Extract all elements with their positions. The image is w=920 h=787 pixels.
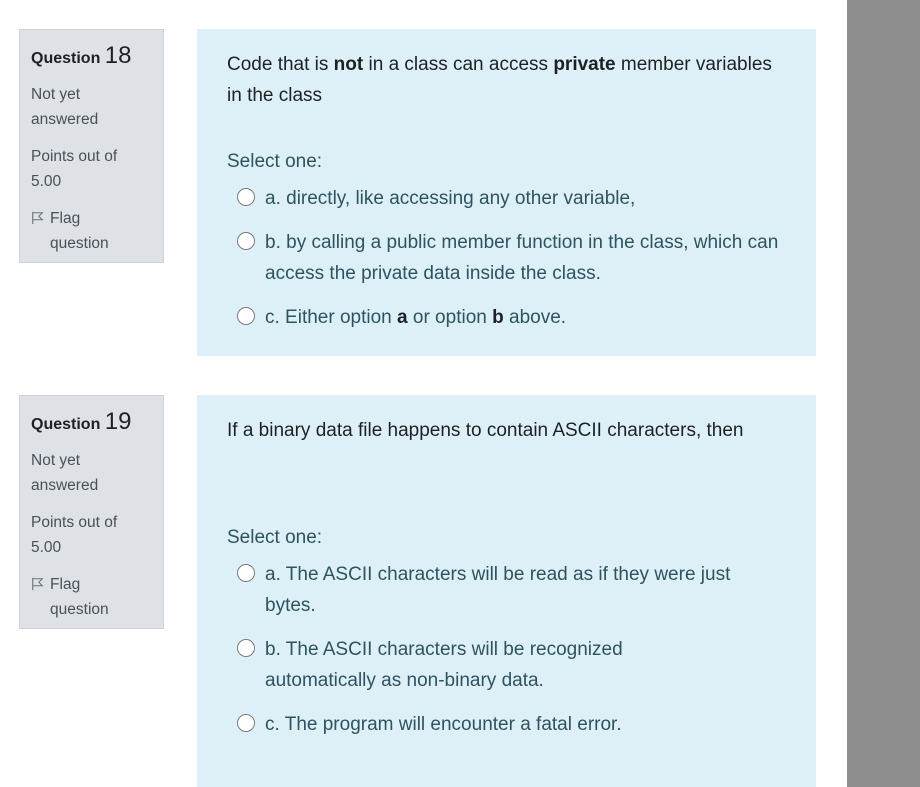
question-grade: Points out of 5.00 xyxy=(31,514,118,556)
question-number: Question 18 xyxy=(31,42,152,70)
question-content-19: If a binary data file happens to contain… xyxy=(197,395,816,787)
flag-question-label: Flag question xyxy=(50,576,109,618)
select-one-prompt: Select one: xyxy=(227,151,323,172)
answer-option-c[interactable]: c. The program will encounter a fatal er… xyxy=(227,709,786,740)
question-state: Not yet answered xyxy=(31,86,99,128)
question-info-18: Question 18 Not yet answered Points out … xyxy=(19,29,164,263)
question-text: If a binary data file happens to contain… xyxy=(227,420,744,441)
option-label: c. Either option a or option b above. xyxy=(265,307,567,328)
question-grade: Points out of 5.00 xyxy=(31,148,118,190)
question-text: Code that is not in a class can access p… xyxy=(227,54,772,106)
question-number-value: 19 xyxy=(104,408,132,435)
flag-icon xyxy=(32,211,44,225)
option-label: b. The ASCII characters will be recogniz… xyxy=(265,639,623,691)
question-label: Question xyxy=(31,416,101,433)
radio-button[interactable] xyxy=(237,188,255,206)
select-one-prompt: Select one: xyxy=(227,527,323,548)
answer-option-a[interactable]: a. directly, like accessing any other va… xyxy=(227,183,786,214)
flag-question-link[interactable]: Flag question xyxy=(31,572,131,622)
flag-question-link[interactable]: Flag question xyxy=(31,206,131,256)
question-content-18: Code that is not in a class can access p… xyxy=(197,29,816,356)
option-label: a. directly, like accessing any other va… xyxy=(265,188,636,209)
radio-button[interactable] xyxy=(237,307,255,325)
flag-icon xyxy=(32,577,44,591)
radio-button[interactable] xyxy=(237,714,255,732)
flag-question-label: Flag question xyxy=(50,210,109,252)
answer-option-c[interactable]: c. Either option a or option b above. xyxy=(227,302,786,333)
question-number-value: 18 xyxy=(104,42,132,69)
question-state: Not yet answered xyxy=(31,452,99,494)
radio-button[interactable] xyxy=(237,639,255,657)
answer-option-b[interactable]: b. by calling a public member function i… xyxy=(227,227,786,289)
radio-button[interactable] xyxy=(237,564,255,582)
answer-options: a. directly, like accessing any other va… xyxy=(227,183,786,333)
answer-options: a. The ASCII characters will be read as … xyxy=(227,559,786,740)
option-label: a. The ASCII characters will be read as … xyxy=(265,564,731,616)
answer-option-a[interactable]: a. The ASCII characters will be read as … xyxy=(227,559,786,621)
question-number: Question 19 xyxy=(31,408,152,436)
radio-button[interactable] xyxy=(237,232,255,250)
option-label: b. by calling a public member function i… xyxy=(265,232,779,284)
question-label: Question xyxy=(31,50,101,67)
question-info-19: Question 19 Not yet answered Points out … xyxy=(19,395,164,629)
answer-option-b[interactable]: b. The ASCII characters will be recogniz… xyxy=(227,634,695,696)
scrollbar-track[interactable] xyxy=(847,0,920,787)
option-label: c. The program will encounter a fatal er… xyxy=(265,714,622,735)
